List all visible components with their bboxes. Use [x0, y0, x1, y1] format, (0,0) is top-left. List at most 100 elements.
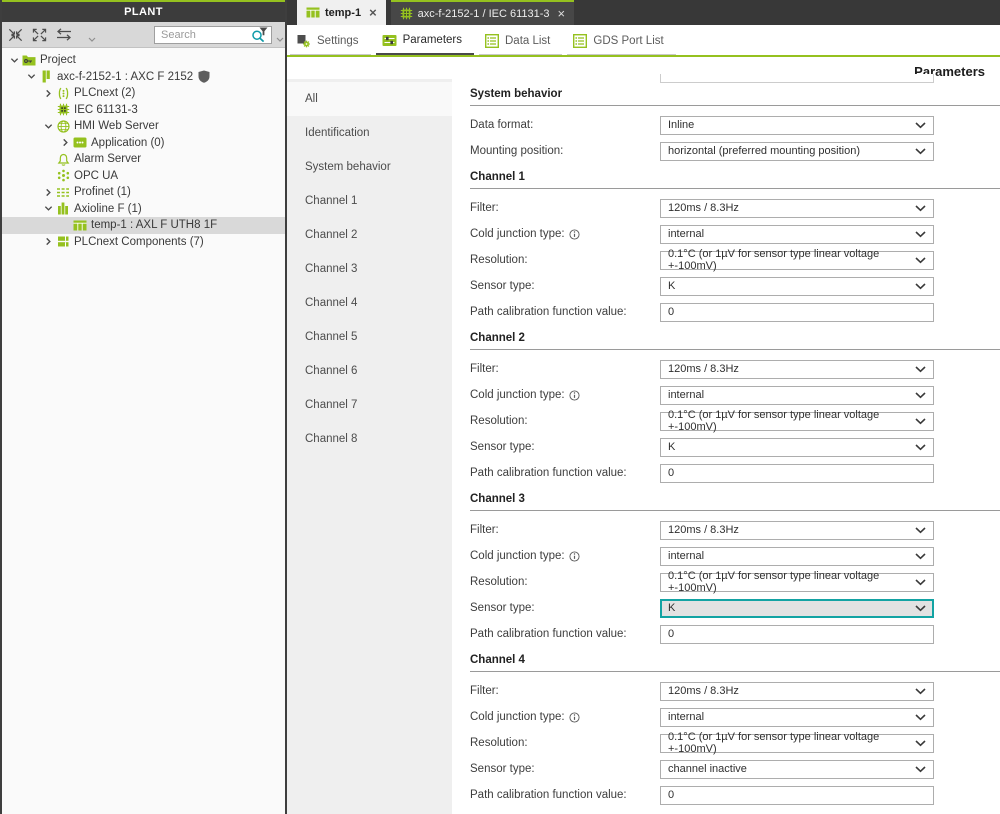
field-label: Path calibration function value: [470, 789, 660, 801]
ch2-cold-junction-select[interactable]: internal [660, 386, 934, 405]
info-icon[interactable] [569, 390, 580, 401]
nav-item-identification[interactable]: Identification [287, 116, 452, 150]
nav-item-system-behavior[interactable]: System behavior [287, 150, 452, 184]
chevron-down-icon [915, 553, 926, 560]
toolbar-overflow-chevron-icon[interactable] [88, 37, 96, 42]
tab-gds-port-list[interactable]: GDS Port List [567, 27, 675, 55]
mounting-position-select[interactable]: horizontal (preferred mounting position) [660, 142, 934, 161]
view-tab-label: Settings [317, 35, 359, 47]
section-title: Channel 3 [470, 492, 1000, 511]
ch3-sensor-type-select[interactable]: K [660, 599, 934, 618]
expand-all-icon[interactable] [31, 27, 48, 43]
ch1-cold-junction-select[interactable]: internal [660, 225, 934, 244]
ch4-path-calibration-input[interactable]: 0 [660, 786, 934, 805]
search-overflow-chevron-icon[interactable] [276, 37, 284, 42]
nav-item-channel-2[interactable]: Channel 2 [287, 218, 452, 252]
nav-item-channel-3[interactable]: Channel 3 [287, 252, 452, 286]
tab-temp-1[interactable]: temp-1 × [297, 0, 386, 25]
search-filter-icon[interactable] [251, 27, 268, 42]
tree-item-project[interactable]: Project [2, 52, 285, 69]
tree-item-application[interactable]: Application (0) [2, 135, 285, 152]
nav-item-channel-8[interactable]: Channel 8 [287, 422, 452, 456]
section-channel-4: Channel 4 Filter: 120ms / 8.3Hz Cold jun… [470, 653, 1000, 808]
ch2-filter-select[interactable]: 120ms / 8.3Hz [660, 360, 934, 379]
close-icon[interactable]: × [369, 6, 377, 19]
tab-data-list[interactable]: Data List [479, 27, 562, 55]
tab-settings[interactable]: Settings [290, 27, 371, 55]
nav-item-channel-1[interactable]: Channel 1 [287, 184, 452, 218]
tree-item-temp-1[interactable]: temp-1 : AXL F UTH8 1F [2, 217, 285, 234]
chevron-right-icon[interactable] [42, 237, 55, 246]
section-channel-3: Channel 3 Filter: 120ms / 8.3Hz Cold jun… [470, 492, 1000, 647]
ch3-resolution-select[interactable]: 0.1°C (or 1µV for sensor type linear vol… [660, 573, 934, 592]
chevron-down-icon[interactable] [25, 72, 38, 81]
tree-item-label: Alarm Server [74, 153, 141, 165]
chevron-right-icon[interactable] [42, 188, 55, 197]
field-row: Cold junction type: internal [470, 704, 1000, 730]
section-channel-2: Channel 2 Filter: 120ms / 8.3Hz Cold jun… [470, 331, 1000, 486]
tree-item-plcnext-components[interactable]: PLCnext Components (7) [2, 234, 285, 251]
chevron-down-icon [915, 527, 926, 534]
field-row: Resolution: 0.1°C (or 1µV for sensor typ… [470, 247, 1000, 273]
tree-item-plcnext[interactable]: PLCnext (2) [2, 85, 285, 102]
field-row: Resolution: 0.1°C (or 1µV for sensor typ… [470, 730, 1000, 756]
field-label: Sensor type: [470, 441, 660, 453]
info-icon[interactable] [569, 551, 580, 562]
field-row: Path calibration function value: 0 [470, 299, 1000, 325]
ch2-resolution-select[interactable]: 0.1°C (or 1µV for sensor type linear vol… [660, 412, 934, 431]
controller-icon [38, 70, 54, 83]
field-label: Cold junction type: [470, 228, 660, 240]
opc-ua-icon [55, 169, 71, 182]
field-label: Filter: [470, 685, 660, 697]
tree-item-profinet[interactable]: Profinet (1) [2, 184, 285, 201]
nav-item-channel-6[interactable]: Channel 6 [287, 354, 452, 388]
nav-item-channel-4[interactable]: Channel 4 [287, 286, 452, 320]
chevron-right-icon[interactable] [42, 89, 55, 98]
sync-selection-icon[interactable] [55, 27, 72, 43]
ch1-resolution-select[interactable]: 0.1°C (or 1µV for sensor type linear vol… [660, 251, 934, 270]
ch2-sensor-type-select[interactable]: K [660, 438, 934, 457]
ch3-cold-junction-select[interactable]: internal [660, 547, 934, 566]
nav-item-channel-7[interactable]: Channel 7 [287, 388, 452, 422]
ch4-filter-select[interactable]: 120ms / 8.3Hz [660, 682, 934, 701]
tree-item-axioline-f[interactable]: Axioline F (1) [2, 201, 285, 218]
chevron-down-icon[interactable] [42, 122, 55, 131]
tab-parameters[interactable]: Parameters [376, 27, 474, 55]
tab-label: axc-f-2152-1 / IEC 61131-3 [418, 8, 550, 20]
ch1-filter-select[interactable]: 120ms / 8.3Hz [660, 199, 934, 218]
tree-item-label: temp-1 : AXL F UTH8 1F [91, 219, 217, 231]
tree-item-opc-ua[interactable]: OPC UA [2, 168, 285, 185]
tree-item-label: axc-f-2152-1 : AXC F 2152 [57, 71, 193, 83]
tree-item-hmi-web-server[interactable]: HMI Web Server [2, 118, 285, 135]
nav-item-channel-5[interactable]: Channel 5 [287, 320, 452, 354]
chevron-down-icon [915, 605, 926, 612]
data-format-select[interactable]: Inline [660, 116, 934, 135]
ch1-path-calibration-input[interactable]: 0 [660, 303, 934, 322]
ch3-path-calibration-input[interactable]: 0 [660, 625, 934, 644]
plant-panel: PLANT [0, 0, 287, 814]
ch3-filter-select[interactable]: 120ms / 8.3Hz [660, 521, 934, 540]
ch1-sensor-type-select[interactable]: K [660, 277, 934, 296]
ch4-sensor-type-select[interactable]: channel inactive [660, 760, 934, 779]
field-label: Resolution: [470, 415, 660, 427]
info-icon[interactable] [569, 712, 580, 723]
tree-item-axc-f-2152-1[interactable]: axc-f-2152-1 : AXC F 2152 [2, 69, 285, 86]
close-icon[interactable]: × [558, 7, 566, 20]
ch4-resolution-select[interactable]: 0.1°C (or 1µV for sensor type linear vol… [660, 734, 934, 753]
chevron-down-icon[interactable] [8, 56, 21, 65]
ch4-cold-junction-select[interactable]: internal [660, 708, 934, 727]
search-input[interactable] [161, 29, 251, 41]
collapse-all-icon[interactable] [7, 27, 24, 43]
chevron-down-icon[interactable] [42, 204, 55, 213]
nav-item-all[interactable]: All [287, 82, 452, 116]
tree-item-iec-61131-3[interactable]: IEC 61131-3 [2, 102, 285, 119]
tab-axc-f-2152-1-iec-61131-3[interactable]: axc-f-2152-1 / IEC 61131-3 × [391, 0, 574, 25]
clipped-field[interactable] [660, 74, 934, 83]
tree-item-alarm-server[interactable]: Alarm Server [2, 151, 285, 168]
ch2-path-calibration-input[interactable]: 0 [660, 464, 934, 483]
view-tab-label: GDS Port List [593, 35, 663, 47]
search-box[interactable] [154, 26, 272, 44]
plant-tree: Project axc-f-2152-1 : AXC F 2152 PLCnex… [2, 48, 285, 250]
chevron-right-icon[interactable] [59, 138, 72, 147]
info-icon[interactable] [569, 229, 580, 240]
